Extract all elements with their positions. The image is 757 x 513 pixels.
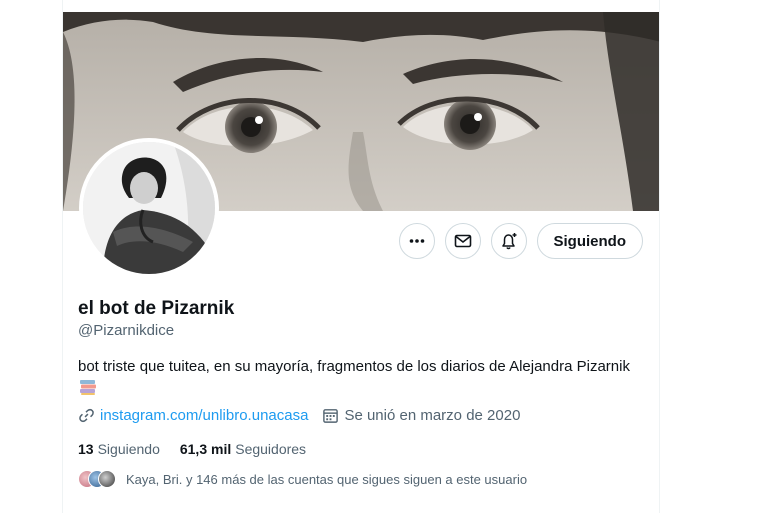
profile-bio: bot triste que tuitea, en su mayoría, fr… <box>78 358 630 375</box>
notify-button[interactable] <box>490 223 527 259</box>
following-label: Siguiendo <box>97 441 160 457</box>
followed-by[interactable]: Kaya, Bri. y 146 más de las cuentas que … <box>78 469 527 489</box>
following-link[interactable]: 13 Siguiendo <box>78 441 160 457</box>
avatar-image <box>83 142 215 274</box>
profile-name: el bot de Pizarnik <box>78 298 235 319</box>
following-count: 13 <box>78 441 94 457</box>
following-button[interactable]: Siguiendo <box>536 223 643 259</box>
message-button[interactable] <box>444 223 481 259</box>
profile-avatar[interactable] <box>79 138 219 278</box>
bell-plus-icon <box>501 233 516 250</box>
top-strip <box>63 0 659 12</box>
joined-date: Se unió en marzo de 2020 <box>344 407 521 424</box>
profile-handle: @Pizarnikdice <box>78 322 175 339</box>
profile-meta: instagram.com/unlibro.unacasa Se unió en… <box>78 407 534 424</box>
more-icon <box>409 239 424 243</box>
profile-column: Siguiendo el bot de Pizarnik @Pizarnikdi… <box>62 0 660 513</box>
follower-avatars <box>78 469 116 489</box>
profile-link-item: instagram.com/unlibro.unacasa <box>78 407 308 424</box>
profile-link[interactable]: instagram.com/unlibro.unacasa <box>100 407 308 424</box>
followers-link[interactable]: 61,3 mil Seguidores <box>180 441 306 457</box>
link-icon <box>79 408 94 423</box>
followed-by-text: Kaya, Bri. y 146 más de las cuentas que … <box>126 471 528 487</box>
more-button[interactable] <box>398 223 435 259</box>
books-emoji <box>79 378 97 401</box>
profile-actions: Siguiendo <box>398 223 643 259</box>
books-icon <box>80 380 96 395</box>
followers-label: Seguidores <box>235 441 307 457</box>
follow-counts: 13 Siguiendo 61,3 mil Seguidores <box>78 441 306 457</box>
mini-avatar <box>98 470 116 488</box>
calendar-icon <box>323 409 339 423</box>
envelope-icon <box>454 234 471 248</box>
followers-count: 61,3 mil <box>179 441 232 457</box>
joined-item: Se unió en marzo de 2020 <box>322 407 520 424</box>
